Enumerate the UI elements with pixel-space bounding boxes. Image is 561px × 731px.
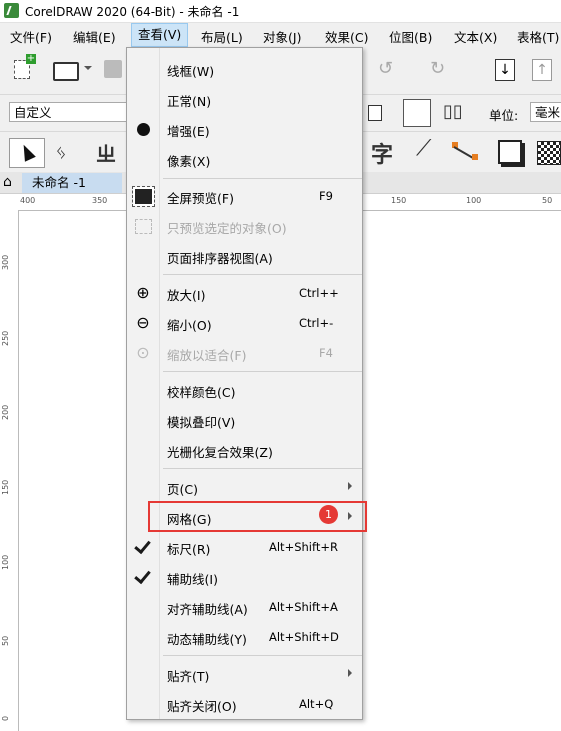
menu-item-dynamic-guides[interactable]: 动态辅助线(Y) Alt+Shift+D	[127, 622, 362, 652]
ruler-tick-label: 50	[542, 196, 553, 205]
checkmark-icon	[132, 536, 154, 558]
open-dropdown-icon[interactable]	[84, 66, 92, 70]
menu-item-proof-colors[interactable]: 校样颜色(C)	[127, 375, 362, 405]
current-page-icon[interactable]: ▯▯	[443, 101, 463, 122]
ruler-tick-label: 300	[1, 254, 10, 270]
menu-item-enhanced[interactable]: 增强(E)	[127, 114, 362, 144]
menu-table[interactable]: 表格(T)	[517, 27, 559, 46]
menu-edit[interactable]: 编辑(E)	[73, 27, 116, 46]
connector-tool-icon[interactable]	[452, 142, 478, 160]
ruler-tick-label: 100	[1, 554, 10, 570]
zoom-fit-icon: ⊙	[136, 343, 150, 362]
menu-item-wireframe[interactable]: 线框(W)	[127, 54, 362, 84]
open-folder-icon[interactable]	[53, 62, 79, 81]
zoom-in-icon: ⊕	[136, 283, 150, 302]
undo-icon[interactable]: ↺	[378, 58, 393, 79]
menu-item-guidelines[interactable]: 辅助线(I)	[127, 562, 362, 592]
menu-effects[interactable]: 效果(C)	[325, 27, 368, 46]
ruler-tick-label: 150	[391, 196, 407, 205]
export-icon[interactable]: ↑	[532, 59, 552, 81]
submenu-arrow-icon	[348, 482, 352, 490]
menu-item-zoom-fit: ⊙ 缩放以适合(F) F4	[127, 338, 362, 368]
fullscreen-preview-icon	[131, 185, 155, 207]
document-tab[interactable]: 未命名 -1	[22, 173, 122, 193]
ruler-tick-label: 0	[1, 715, 10, 721]
menu-bitmaps[interactable]: 位图(B)	[389, 27, 432, 46]
zoom-out-icon: ⊖	[136, 313, 150, 332]
menu-file[interactable]: 文件(F)	[10, 27, 52, 46]
annotation-number-badge: 1	[319, 505, 338, 524]
save-icon[interactable]	[104, 60, 122, 78]
menu-item-zoom-in[interactable]: ⊕ 放大(I) Ctrl++	[127, 278, 362, 308]
view-menu-dropdown: 线框(W) 正常(N) 增强(E) 像素(X) 全屏预览(F) F9 只预览选定…	[126, 47, 363, 720]
menu-item-rulers[interactable]: 标尺(R) Alt+Shift+R	[127, 532, 362, 562]
menu-item-simulate-overprint[interactable]: 模拟叠印(V)	[127, 405, 362, 435]
submenu-arrow-icon	[348, 669, 352, 677]
transparency-tool-icon[interactable]	[537, 141, 561, 165]
dimension-tool-icon[interactable]: ⟋	[416, 136, 431, 161]
menu-bar: 文件(F) 编辑(E) 查看(V) 布局(L) 对象(J) 效果(C) 位图(B…	[0, 23, 561, 47]
ruler-tick-label: 200	[1, 404, 10, 420]
home-icon[interactable]: ⌂	[3, 174, 12, 190]
page-orientation-icon[interactable]	[368, 105, 382, 121]
menu-item-alignment-guides[interactable]: 对齐辅助线(A) Alt+Shift+A	[127, 592, 362, 622]
ruler-corner[interactable]	[0, 194, 19, 211]
menu-view[interactable]: 查看(V)	[131, 23, 189, 47]
title-bar: CorelDRAW 2020 (64-Bit) - 未命名 -1	[0, 0, 561, 23]
vertical-ruler[interactable]: 300 250 200 150 100 50 0	[0, 210, 19, 731]
drop-shadow-tool-icon[interactable]	[498, 140, 522, 164]
ruler-tick-label: 100	[466, 196, 482, 205]
all-pages-icon[interactable]	[403, 99, 431, 127]
window-title: CorelDRAW 2020 (64-Bit) - 未命名 -1	[25, 5, 240, 19]
checkmark-icon	[132, 566, 154, 588]
menu-item-zoom-out[interactable]: ⊖ 缩小(O) Ctrl+-	[127, 308, 362, 338]
ruler-tick-label: 400	[20, 196, 36, 205]
page-preset-select[interactable]: 自定义	[9, 102, 127, 122]
menu-item-snap-off[interactable]: 贴齐关闭(O) Alt+Q	[127, 689, 362, 719]
menu-item-page[interactable]: 页(C)	[127, 472, 362, 502]
menu-text[interactable]: 文本(X)	[454, 27, 497, 46]
menu-item-preview-selected: 只预览选定的对象(O)	[127, 211, 362, 241]
import-icon[interactable]: ↓	[495, 59, 515, 81]
text-tool-icon[interactable]: 字	[371, 137, 393, 169]
shape-tool-icon[interactable]: ᛃ	[55, 140, 67, 164]
crop-tool-icon[interactable]: ㄓ	[96, 138, 116, 167]
pick-tool-icon[interactable]	[9, 138, 45, 168]
redo-icon[interactable]: ↻	[430, 58, 445, 79]
menu-item-rasterize-effects[interactable]: 光栅化复合效果(Z)	[127, 435, 362, 465]
ruler-tick-label: 350	[92, 196, 108, 205]
menu-item-pixels[interactable]: 像素(X)	[127, 144, 362, 174]
menu-item-normal[interactable]: 正常(N)	[127, 84, 362, 114]
ruler-tick-label: 150	[1, 479, 10, 495]
menu-item-fullscreen-preview[interactable]: 全屏预览(F) F9	[127, 181, 362, 211]
ruler-tick-label: 50	[1, 635, 10, 646]
menu-layout[interactable]: 布局(L)	[201, 27, 243, 46]
units-label: 单位:	[489, 108, 519, 123]
ruler-tick-label: 250	[1, 330, 10, 346]
preview-selected-icon	[132, 215, 154, 237]
menu-object[interactable]: 对象(J)	[263, 27, 301, 46]
coreldraw-logo-icon	[4, 3, 19, 18]
units-select[interactable]: 毫米	[530, 102, 561, 122]
menu-item-snap-to[interactable]: 贴齐(T)	[127, 659, 362, 689]
new-document-icon[interactable]: +	[14, 54, 36, 79]
selected-dot-icon	[132, 118, 154, 140]
menu-item-page-sorter[interactable]: 页面排序器视图(A)	[127, 241, 362, 271]
